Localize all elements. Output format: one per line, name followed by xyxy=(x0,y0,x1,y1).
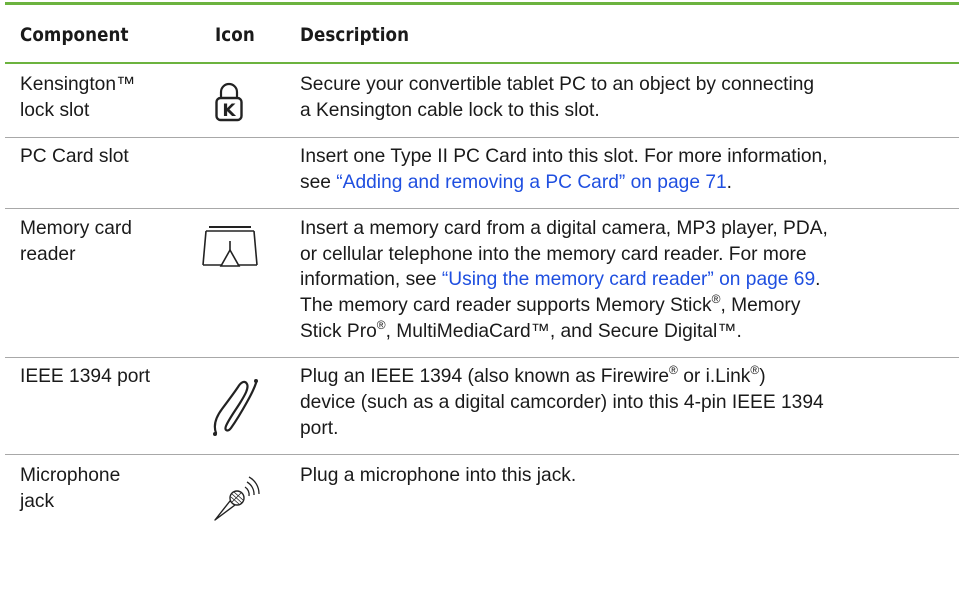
registered-mark: ® xyxy=(669,362,678,377)
component-name: Microphone xyxy=(20,465,121,486)
row-divider xyxy=(5,454,959,455)
microphone-icon xyxy=(212,474,262,524)
description-line: see “Adding and removing a PC Card” on p… xyxy=(300,172,733,193)
header-bottom-rule xyxy=(5,62,959,64)
header-component: Component xyxy=(20,24,129,46)
header-icon: Icon xyxy=(215,24,255,46)
description-line: Stick Pro®, MultiMediaCard™, and Secure … xyxy=(300,317,742,342)
row-divider xyxy=(5,137,959,138)
row-divider xyxy=(5,357,959,358)
description-line: Secure your convertible tablet PC to an … xyxy=(300,74,815,95)
component-name: Memory card xyxy=(20,218,132,239)
description-line: Plug an IEEE 1394 (also known as Firewir… xyxy=(300,362,766,387)
description-line: information, see “Using the memory card … xyxy=(300,269,821,290)
component-name: reader xyxy=(20,244,76,265)
component-name: jack xyxy=(20,491,55,512)
page-71-link[interactable]: “Adding and removing a PC Card” on page … xyxy=(336,172,726,193)
table-top-rule xyxy=(5,2,959,5)
description-line: device (such as a digital camcorder) int… xyxy=(300,392,824,413)
description-line: port. xyxy=(300,418,339,439)
description-line: a Kensington cable lock to this slot. xyxy=(300,100,600,121)
component-name: IEEE 1394 port xyxy=(20,366,151,387)
memory-card-reader-icon xyxy=(201,225,259,269)
description-line: Insert one Type II PC Card into this slo… xyxy=(300,146,828,167)
ieee-1394-icon xyxy=(210,375,260,437)
component-name: Kensington™ xyxy=(20,74,136,95)
description-line: or cellular telephone into the memory ca… xyxy=(300,244,807,265)
header-description: Description xyxy=(300,24,410,46)
description-line: The memory card reader supports Memory S… xyxy=(300,291,801,316)
svg-text:K: K xyxy=(222,101,236,121)
page-69-link[interactable]: “Using the memory card reader” on page 6… xyxy=(442,269,815,290)
row-divider xyxy=(5,208,959,209)
component-table: Component Icon Description Kensington™ l… xyxy=(0,0,963,595)
registered-mark: ® xyxy=(376,317,386,332)
description-line: Insert a memory card from a digital came… xyxy=(300,218,828,239)
kensington-lock-icon: K xyxy=(214,81,244,123)
registered-mark: ® xyxy=(750,362,760,377)
component-name: PC Card slot xyxy=(20,146,129,167)
registered-mark: ® xyxy=(711,291,721,306)
description-line: Plug a microphone into this jack. xyxy=(300,465,577,486)
component-name: lock slot xyxy=(20,100,90,121)
